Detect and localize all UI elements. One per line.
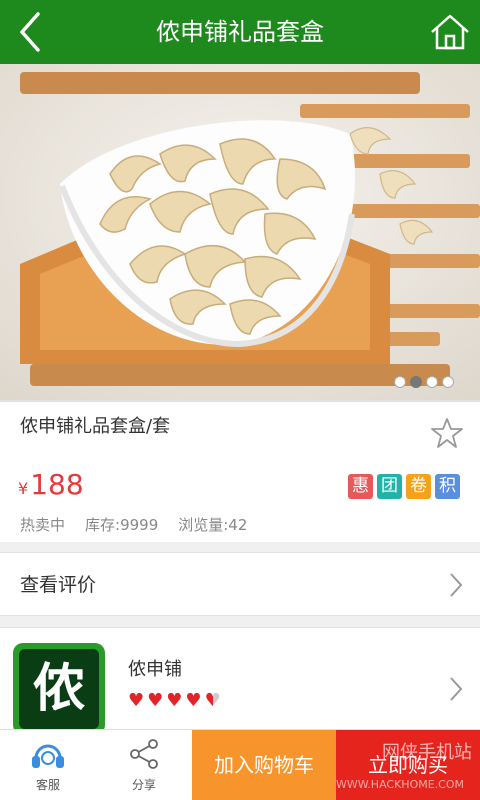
store-logo-char: 侬 xyxy=(19,649,99,729)
stock-count: 库存:9999 xyxy=(85,516,159,534)
top-bar: 侬申铺礼品套盒 xyxy=(0,0,480,64)
star-icon[interactable] xyxy=(430,416,464,450)
heart-icon: ♥ xyxy=(147,690,164,711)
back-icon[interactable] xyxy=(10,8,54,56)
heart-icon: ♥ xyxy=(204,690,221,711)
heart-icon: ♥ xyxy=(128,690,145,711)
carousel-indicator xyxy=(394,376,454,388)
currency-symbol: ¥ xyxy=(18,479,29,498)
store-rating: ♥ ♥ ♥ ♥ ♥ xyxy=(128,690,221,711)
product-price: ¥188 xyxy=(18,468,84,501)
buy-now-button[interactable]: 立即购买 xyxy=(336,730,480,800)
add-to-cart-button[interactable]: 加入购物车 xyxy=(192,730,336,800)
chevron-right-icon xyxy=(448,675,464,703)
product-stats: 热卖中 库存:9999 浏览量:42 xyxy=(20,514,247,535)
page-title: 侬申铺礼品套盒 xyxy=(156,18,324,46)
headset-icon xyxy=(30,738,66,770)
cashew-photo xyxy=(0,64,480,400)
heart-icon: ♥ xyxy=(185,690,202,711)
badge-discount: 惠 xyxy=(348,474,373,499)
carousel-dot[interactable] xyxy=(394,376,406,388)
share-label: 分享 xyxy=(131,778,156,792)
product-name: 侬申铺礼品套盒/套 xyxy=(20,416,171,437)
customer-service-button[interactable]: 客服 xyxy=(0,730,96,800)
price-amount: 188 xyxy=(30,468,84,501)
carousel-dot[interactable] xyxy=(410,376,422,388)
view-reviews-row[interactable]: 查看评价 xyxy=(0,552,480,616)
view-reviews-label: 查看评价 xyxy=(20,574,97,596)
carousel-dot[interactable] xyxy=(426,376,438,388)
heart-icon: ♥ xyxy=(166,690,183,711)
store-logo: 侬 xyxy=(13,643,105,735)
product-image-carousel[interactable] xyxy=(0,64,480,400)
bottom-action-bar: 客服 分享 加入购物车 立即购买 xyxy=(0,729,480,800)
product-info-card: 侬申铺礼品套盒/套 ¥188 惠 团 卷 积 热卖中 库存:9999 浏览量:4… xyxy=(0,400,480,542)
sale-status: 热卖中 xyxy=(20,516,66,534)
view-count: 浏览量:42 xyxy=(178,516,248,534)
share-icon xyxy=(126,738,162,770)
carousel-dot[interactable] xyxy=(442,376,454,388)
badge-points: 积 xyxy=(435,474,460,499)
store-name: 侬申铺 xyxy=(128,659,182,680)
customer-service-label: 客服 xyxy=(35,778,60,792)
store-row[interactable]: 侬 侬申铺 ♥ ♥ ♥ ♥ ♥ xyxy=(0,627,480,737)
chevron-right-icon xyxy=(448,571,464,599)
promo-badges: 惠 团 卷 积 xyxy=(348,474,460,499)
home-icon[interactable] xyxy=(428,10,472,54)
badge-group-buy: 团 xyxy=(377,474,402,499)
badge-coupon: 卷 xyxy=(406,474,431,499)
share-button[interactable]: 分享 xyxy=(96,730,192,800)
